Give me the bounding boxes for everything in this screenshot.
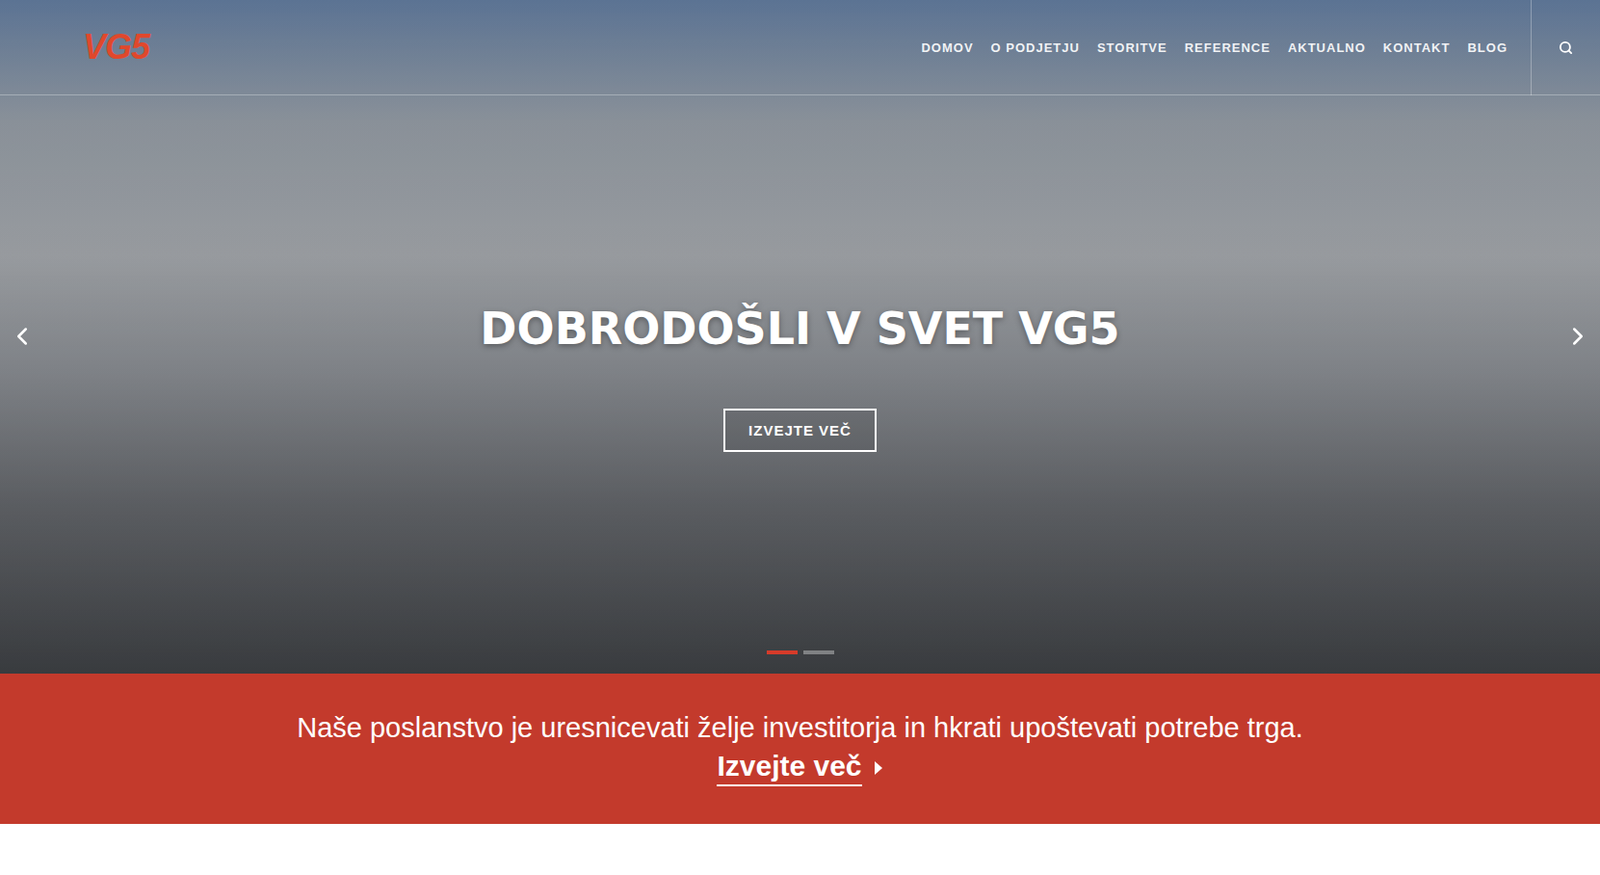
- nav-item[interactable]: BLOG: [1467, 40, 1508, 55]
- hero-button[interactable]: IZVEJTE VEČ: [723, 408, 877, 452]
- hero-title: DOBRODOŠLI V SVET VG5: [479, 298, 1120, 359]
- nav-item[interactable]: STORITVE: [1097, 40, 1168, 55]
- slide-dot[interactable]: [766, 650, 798, 655]
- slide-dot[interactable]: [803, 650, 835, 655]
- main-nav: DOMOV O PODJETJU STORITVE REFERENCE AKTUALNO…: [920, 40, 1531, 55]
- mission-text: Naše poslanstvo je uresnicevati želje in…: [296, 711, 1304, 744]
- nav-item[interactable]: O PODJETJU: [991, 40, 1080, 55]
- slide-dots: [0, 650, 1600, 655]
- nav-item[interactable]: REFERENCE: [1184, 40, 1271, 55]
- nav-item[interactable]: DOMOV: [920, 40, 973, 55]
- logo[interactable]: VG5: [78, 23, 154, 72]
- page: VG5 DOMOV O PODJETJU STORITVE REFERENCE AKTUA…: [0, 0, 1600, 875]
- caret-right-icon: [873, 760, 884, 776]
- hero-slider: VG5 DOMOV O PODJETJU STORITVE REFERENCE AKTUA…: [0, 0, 1600, 674]
- header: VG5 DOMOV O PODJETJU STORITVE REFERENCE AKTUA…: [0, 0, 1600, 96]
- more-link[interactable]: Izvejte več: [716, 749, 883, 787]
- next-slide-button[interactable]: [1563, 321, 1593, 351]
- nav-item[interactable]: KONTAKT: [1383, 40, 1451, 55]
- chevron-right-icon: [1563, 321, 1593, 351]
- prev-slide-button[interactable]: [7, 321, 37, 351]
- search-icon: [1558, 40, 1574, 55]
- search-button[interactable]: [1530, 0, 1600, 96]
- mission-band: Naše poslanstvo je uresnicevati želje in…: [0, 673, 1600, 824]
- chevron-left-icon: [7, 321, 37, 351]
- nav-item[interactable]: AKTUALNO: [1287, 40, 1366, 55]
